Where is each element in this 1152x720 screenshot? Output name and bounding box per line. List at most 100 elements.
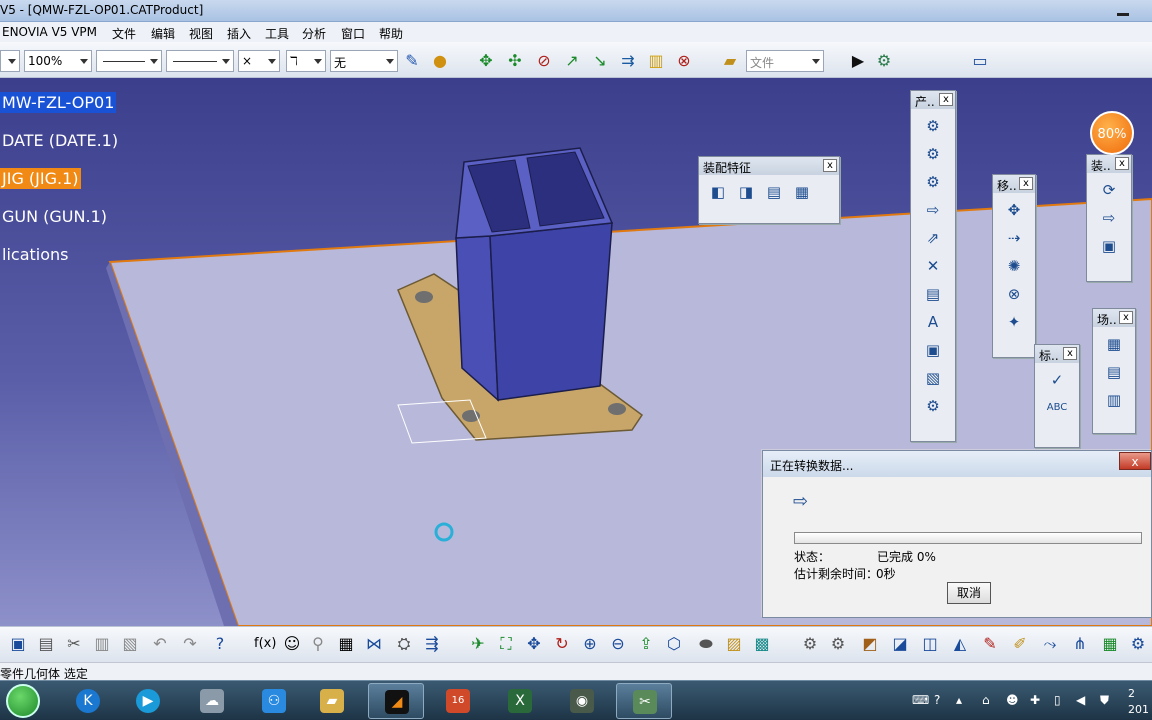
weld-feature-icon[interactable]: ✓ [1046, 369, 1068, 391]
qq-icon[interactable]: ☻ [1006, 693, 1019, 707]
device-icon[interactable]: ▯ [1054, 693, 1061, 707]
align-icon[interactable]: ⇉ [618, 51, 638, 71]
isometric-view-icon[interactable]: ⬡ [664, 634, 684, 654]
redo-icon[interactable]: ↷ [180, 634, 200, 654]
taskbar-app-rec[interactable]: ◉ [554, 683, 610, 719]
gear-pair-icon[interactable]: ⚙ [828, 634, 848, 654]
fit-all-icon[interactable]: ⛶ [496, 634, 516, 654]
hole-icon[interactable]: ◨ [735, 181, 757, 203]
save-icon[interactable]: ▣ [8, 634, 28, 654]
swap-space-icon[interactable]: ▩ [752, 634, 772, 654]
sweep-icon[interactable]: ⤳ [1040, 634, 1060, 654]
stop-manipulate-icon[interactable]: ⊗ [1003, 283, 1025, 305]
minimize-button[interactable] [1112, 4, 1134, 18]
remove-icon[interactable]: ▦ [791, 181, 813, 203]
tree-root-product[interactable]: MW-FZL-OP01 [0, 92, 117, 113]
menu-help[interactable]: 帮助 [379, 25, 403, 42]
fast-multi-instantiation-icon[interactable]: ⚙ [922, 395, 944, 417]
taskbar-app-baidu[interactable]: ⚇ [246, 683, 302, 719]
measure-item-icon[interactable]: ✎ [980, 634, 1000, 654]
fly-mode-icon[interactable]: ✈ [468, 634, 488, 654]
file-combo[interactable]: 文件 [746, 50, 824, 72]
snap-icon[interactable]: ⊘ [534, 51, 554, 71]
performance-badge[interactable]: 80% [1090, 111, 1134, 155]
flexible-icon[interactable]: ▣ [1098, 235, 1120, 257]
clash-icon[interactable]: ⊗ [674, 51, 694, 71]
formula-icon[interactable]: f(x) [254, 634, 276, 654]
selective-load-icon[interactable]: A [922, 311, 944, 333]
section-icon[interactable]: ◩ [860, 634, 880, 654]
rotate-icon[interactable]: ✣ [505, 51, 525, 71]
constraint-analysis-icon[interactable]: ▦ [1100, 634, 1120, 654]
taskbar-file-explorer[interactable]: ▰ [304, 683, 360, 719]
paste-icon[interactable]: ▧ [120, 634, 140, 654]
new-part-icon[interactable]: ⚙ [922, 171, 944, 193]
close-icon[interactable]: x [939, 93, 953, 106]
pan-icon[interactable]: ✥ [476, 51, 496, 71]
manipulation-icon[interactable]: ↘ [590, 51, 610, 71]
zoom-in-icon[interactable]: ⊕ [580, 634, 600, 654]
snap-move-icon[interactable]: ⇢ [1003, 227, 1025, 249]
shield-icon[interactable]: ⛊ [1100, 693, 1109, 708]
more-tools-icon[interactable]: ⚙ [1128, 634, 1148, 654]
close-icon[interactable]: x [1019, 177, 1033, 190]
catalog-icon[interactable]: ⚙ [874, 51, 894, 71]
explode-icon[interactable]: ✺ [1003, 255, 1025, 277]
zoom-out-icon[interactable]: ⊖ [608, 634, 628, 654]
pan-view-icon[interactable]: ✥ [524, 634, 544, 654]
normal-view-icon[interactable]: ⇪ [636, 634, 656, 654]
keyboard-icon[interactable]: ⌨ [912, 693, 929, 707]
help-book-icon[interactable]: ▭ [970, 51, 990, 71]
copy-icon[interactable]: ▥ [92, 634, 112, 654]
close-icon[interactable]: x [1063, 347, 1077, 360]
scene-browser-icon[interactable]: ▥ [1103, 389, 1125, 411]
whats-this-icon[interactable]: ? [210, 634, 230, 654]
distance-icon[interactable]: ◫ [920, 634, 940, 654]
table-icon[interactable]: ▦ [336, 634, 356, 654]
generate-numbering-icon[interactable]: ▤ [922, 283, 944, 305]
paint-icon[interactable]: ✎ [402, 51, 422, 71]
manipulation-icon[interactable]: ✥ [1003, 199, 1025, 221]
print-icon[interactable]: ▤ [36, 634, 56, 654]
shading-icon[interactable]: ⬬ [696, 634, 716, 654]
hide-show-icon[interactable]: ▨ [724, 634, 744, 654]
menu-insert[interactable]: 插入 [227, 25, 251, 42]
style-combo[interactable] [0, 50, 20, 72]
tree-view-icon[interactable]: ⋔ [1070, 634, 1090, 654]
measure-between-icon[interactable]: ◭ [950, 634, 970, 654]
replace-component-icon[interactable]: ⇗ [922, 227, 944, 249]
pocket-icon[interactable]: ▤ [763, 181, 785, 203]
smart-move-icon[interactable]: ✦ [1003, 311, 1025, 333]
settings-icon[interactable]: ⚙ [800, 634, 820, 654]
taskbar-catia[interactable]: ◢ [368, 683, 424, 719]
manage-representations-icon[interactable]: ▣ [922, 339, 944, 361]
linetype-combo[interactable] [96, 50, 162, 72]
undo-icon[interactable]: ↶ [150, 634, 170, 654]
close-icon[interactable]: x [1119, 452, 1151, 470]
zoom-combo[interactable]: 100% [24, 50, 92, 72]
catalog-browser-icon[interactable]: ⛭ [394, 634, 414, 654]
layer-combo[interactable]: 无 [330, 50, 398, 72]
link-icon[interactable]: ⚲ [308, 634, 328, 654]
menu-analyze[interactable]: 分析 [302, 25, 326, 42]
layer-filter-combo[interactable]: ℸ [286, 50, 326, 72]
taskbar-clock[interactable]: 2 201 [1128, 686, 1149, 718]
tree-item-jig[interactable]: JIG (JIG.1) [0, 168, 81, 189]
enhanced-scene-icon[interactable]: ▦ [1103, 333, 1125, 355]
speaker-icon[interactable]: ◀ [1076, 693, 1085, 707]
taskbar-app-k[interactable]: K [60, 683, 116, 719]
existing-component-icon[interactable]: ⇨ [922, 199, 944, 221]
tree-item-date[interactable]: DATE (DATE.1) [0, 130, 120, 151]
multi-instantiation-icon[interactable]: ▧ [922, 367, 944, 389]
comment-icon[interactable]: ☺ [282, 634, 302, 654]
apply-scene-icon[interactable]: ▤ [1103, 361, 1125, 383]
taskbar-app-tools[interactable]: ✂ [616, 683, 672, 719]
text-annotation-icon[interactable]: ABC [1046, 397, 1068, 419]
network-icon[interactable]: ⌂ [982, 693, 990, 707]
split-icon[interactable]: ◧ [707, 181, 729, 203]
tree-item-gun[interactable]: GUN (GUN.1) [0, 206, 109, 227]
menu-file[interactable]: 文件 [112, 25, 136, 42]
tree-item-applications[interactable]: lications [0, 244, 70, 265]
update-icon[interactable]: ⟳ [1098, 179, 1120, 201]
point-combo[interactable]: × [238, 50, 280, 72]
